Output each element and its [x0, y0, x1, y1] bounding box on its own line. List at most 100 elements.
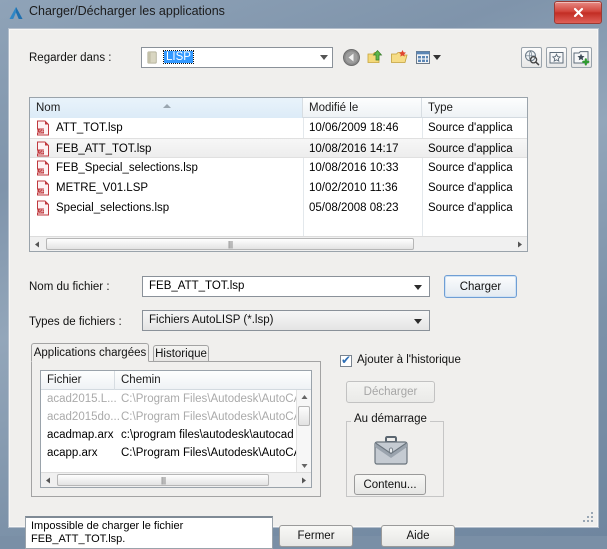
- file-types-value: Fichiers AutoLISP (*.lsp): [149, 314, 274, 326]
- file-name: METRE_V01.LSP: [56, 182, 149, 194]
- file-modified: 10/08/2016 14:17: [309, 143, 399, 155]
- scroll-right-icon[interactable]: [296, 473, 311, 487]
- views-icon[interactable]: [414, 48, 433, 67]
- help-button[interactable]: Aide: [381, 525, 455, 547]
- favorites-button[interactable]: [546, 47, 567, 68]
- file-type: Source d'applica: [428, 162, 513, 174]
- column-header-path[interactable]: Chemin: [115, 371, 297, 390]
- tab-loaded-applications[interactable]: Applications chargées: [31, 343, 149, 362]
- contents-button[interactable]: Contenu...: [354, 474, 426, 495]
- lsp-file-icon: LSP: [37, 160, 49, 176]
- close-dialog-button[interactable]: Fermer: [279, 525, 353, 547]
- column-header-name[interactable]: Nom: [30, 98, 303, 118]
- list-item[interactable]: acadmap.arx c:\program files\autodesk\au…: [41, 426, 297, 444]
- list-item[interactable]: acad2015.L... C:\Program Files\Autodesk\…: [41, 390, 297, 408]
- folder-icon: [147, 51, 157, 64]
- checkmark-icon: ✔: [341, 353, 352, 367]
- search-the-web-button[interactable]: [521, 47, 542, 68]
- add-to-favorites-icon: [573, 51, 590, 66]
- favorites-icon: [549, 52, 564, 64]
- table-row[interactable]: LSP ATT_TOT.lsp 10/06/2009 18:46 Source …: [30, 118, 527, 138]
- file-list-rows: LSP ATT_TOT.lsp 10/06/2009 18:46 Source …: [30, 118, 527, 237]
- table-row[interactable]: LSP FEB_ATT_TOT.lsp 10/08/2016 14:17 Sou…: [30, 138, 527, 158]
- chevron-down-icon[interactable]: [433, 55, 441, 60]
- look-in-label: Regarder dans :: [29, 52, 112, 64]
- unload-button[interactable]: Décharger: [346, 381, 435, 403]
- scroll-left-icon[interactable]: [30, 237, 45, 251]
- scrollbar-thumb[interactable]: [298, 406, 310, 426]
- chevron-down-icon[interactable]: [414, 285, 422, 290]
- briefcase-icon: [374, 436, 408, 465]
- file-name: FEB_Special_selections.lsp: [56, 162, 198, 174]
- file-name: ATT_TOT.lsp: [56, 122, 123, 134]
- file-modified: 10/02/2010 11:36: [309, 182, 398, 194]
- loaded-applications-list[interactable]: Fichier Chemin acad2015.L... C:\Program …: [40, 370, 312, 488]
- window-title: Charger/Décharger les applications: [29, 4, 225, 18]
- table-row[interactable]: LSP FEB_Special_selections.lsp 10/08/201…: [30, 158, 527, 178]
- chevron-down-icon[interactable]: [320, 55, 328, 60]
- scroll-right-icon[interactable]: [512, 237, 527, 251]
- add-to-favorites-button[interactable]: [571, 47, 592, 68]
- scrollbar-thumb[interactable]: ||||: [57, 474, 269, 486]
- new-folder-icon[interactable]: [390, 48, 409, 67]
- svg-text:LSP: LSP: [37, 189, 45, 194]
- svg-text:LSP: LSP: [37, 129, 45, 134]
- list-item[interactable]: acapp.arx C:\Program Files\Autodesk\Auto…: [41, 444, 297, 462]
- look-in-value: LISP: [163, 50, 194, 64]
- file-list[interactable]: Nom Modifié le Type LSP ATT_TOT.lsp 10/0…: [29, 97, 528, 252]
- close-button[interactable]: [554, 1, 602, 24]
- chevron-down-icon[interactable]: [414, 319, 422, 324]
- file-type: Source d'applica: [428, 143, 513, 155]
- svg-text:LSP: LSP: [37, 209, 45, 214]
- table-row[interactable]: LSP METRE_V01.LSP 10/02/2010 11:36 Sourc…: [30, 178, 527, 198]
- column-header-type[interactable]: Type: [422, 98, 537, 118]
- lsp-file-icon: LSP: [37, 180, 49, 196]
- loaded-apps-horizontal-scrollbar[interactable]: ||||: [41, 472, 311, 487]
- resize-grip-icon[interactable]: [583, 512, 595, 524]
- lsp-file-icon: LSP: [37, 141, 49, 157]
- column-header-file[interactable]: Fichier: [41, 371, 115, 390]
- app-path: c:\program files\autodesk\autocad .: [121, 429, 297, 441]
- lsp-file-icon: LSP: [37, 200, 49, 216]
- status-line-2: FEB_ATT_TOT.lsp.: [31, 533, 126, 545]
- up-one-level-icon[interactable]: [366, 48, 385, 67]
- file-list-header: Nom Modifié le Type: [30, 98, 527, 118]
- app-path: C:\Program Files\Autodesk\AutoCA.: [121, 447, 297, 459]
- scroll-up-icon[interactable]: [297, 390, 311, 404]
- scroll-down-icon[interactable]: [297, 458, 311, 472]
- list-item[interactable]: acad2015do... C:\Program Files\Autodesk\…: [41, 408, 297, 426]
- search-the-web-icon: [525, 50, 540, 66]
- app-file: acad2015.L...: [47, 393, 117, 405]
- file-name-combobox[interactable]: FEB_ATT_TOT.lsp: [142, 276, 430, 297]
- close-icon: [573, 7, 583, 18]
- file-modified: 10/08/2016 10:33: [309, 162, 399, 174]
- look-in-combobox[interactable]: LISP: [141, 47, 333, 68]
- column-header-modified[interactable]: Modifié le: [303, 98, 422, 118]
- scroll-left-icon[interactable]: [41, 473, 56, 487]
- file-name-value: FEB_ATT_TOT.lsp: [149, 280, 245, 292]
- loaded-apps-vertical-scrollbar[interactable]: [296, 390, 311, 472]
- load-button[interactable]: Charger: [444, 275, 517, 298]
- file-modified: 10/06/2009 18:46: [309, 122, 399, 134]
- tab-history[interactable]: Historique: [153, 345, 209, 362]
- loaded-apps-header: Fichier Chemin: [41, 371, 311, 390]
- app-file: acadmap.arx: [47, 429, 114, 441]
- look-in-row: Regarder dans : LISP: [29, 47, 592, 71]
- status-message-box: Impossible de charger le fichier FEB_ATT…: [25, 516, 273, 549]
- add-to-history-label[interactable]: Ajouter à l'historique: [357, 354, 461, 366]
- file-modified: 05/08/2008 08:23: [309, 202, 399, 214]
- file-type: Source d'applica: [428, 122, 513, 134]
- scrollbar-thumb[interactable]: ||||: [46, 238, 414, 250]
- app-file: acad2015do...: [47, 411, 120, 423]
- dialog-client-area: Regarder dans : LISP Nom Modifié le Type…: [8, 28, 599, 549]
- app-path: C:\Program Files\Autodesk\AutoCA.: [121, 411, 297, 423]
- back-arrow-icon[interactable]: [342, 48, 361, 67]
- dialog-window: Charger/Décharger les applications Regar…: [0, 0, 607, 549]
- file-name: Special_selections.lsp: [56, 202, 170, 214]
- table-row[interactable]: LSP Special_selections.lsp 05/08/2008 08…: [30, 198, 527, 218]
- file-list-horizontal-scrollbar[interactable]: ||||: [30, 236, 527, 251]
- file-types-combobox[interactable]: Fichiers AutoLISP (*.lsp): [142, 310, 430, 331]
- title-bar[interactable]: Charger/Décharger les applications: [0, 0, 607, 26]
- file-name-label: Nom du fichier :: [29, 281, 110, 293]
- tab-panel: Fichier Chemin acad2015.L... C:\Program …: [31, 361, 321, 497]
